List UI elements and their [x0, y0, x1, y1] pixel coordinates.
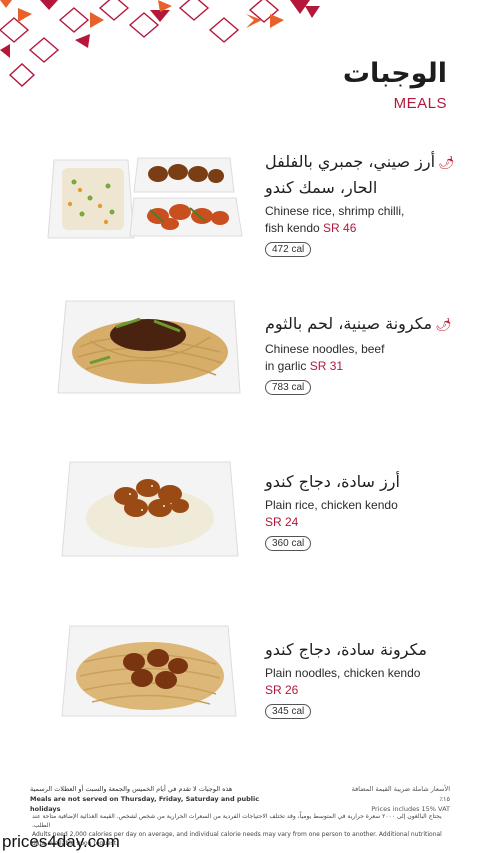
- item-name-arabic: 🌶أرز صيني، جمبري بالفلفل الحار، سمك كندو: [265, 152, 455, 197]
- item-price: SR 31: [309, 359, 344, 373]
- meal-photo: [61, 625, 237, 717]
- item-price: SR 46: [323, 221, 357, 235]
- meals-note: هذه الوجبات لا تقدم في أيام الخميس والجم…: [30, 785, 260, 813]
- meal-photo: [61, 461, 239, 557]
- item-name: Chinese noodles, beef in garlic SR 31: [265, 342, 385, 373]
- item-price: SR 26: [265, 683, 299, 697]
- chili-icon: 🌶: [438, 156, 455, 171]
- page-title-arabic: الوجبات: [342, 58, 447, 89]
- item-name: Chinese rice, shrimp chilli, fish kendo …: [265, 204, 405, 235]
- page-title: MEALS: [393, 95, 447, 112]
- item-name-arabic: أرز سادة، دجاج كندو: [265, 472, 400, 491]
- calorie-badge: 472 cal: [265, 242, 312, 257]
- item-name: Plain rice, chicken kendo SR 24: [265, 498, 398, 529]
- item-name: Plain noodles, chicken kendo SR 26: [265, 666, 421, 697]
- watermark: prices4day.com: [2, 832, 120, 851]
- item-price: SR 24: [265, 515, 299, 529]
- vat-note: الأسعار شاملة ضريبة القيمة المضافة ١٥٪ P…: [351, 785, 450, 813]
- meal-photo: [57, 300, 241, 394]
- calorie-badge: 345 cal: [265, 704, 312, 719]
- calorie-badge: 783 cal: [265, 380, 312, 395]
- item-name-arabic: 🌶مكرونة صينية، لحم بالثوم: [265, 314, 452, 333]
- chili-icon: 🌶: [435, 318, 452, 333]
- meal-photo: [47, 157, 243, 239]
- item-name-arabic: مكرونة سادة، دجاج كندو: [265, 640, 427, 659]
- decorative-pattern: [0, 0, 320, 87]
- calorie-badge: 360 cal: [265, 536, 312, 551]
